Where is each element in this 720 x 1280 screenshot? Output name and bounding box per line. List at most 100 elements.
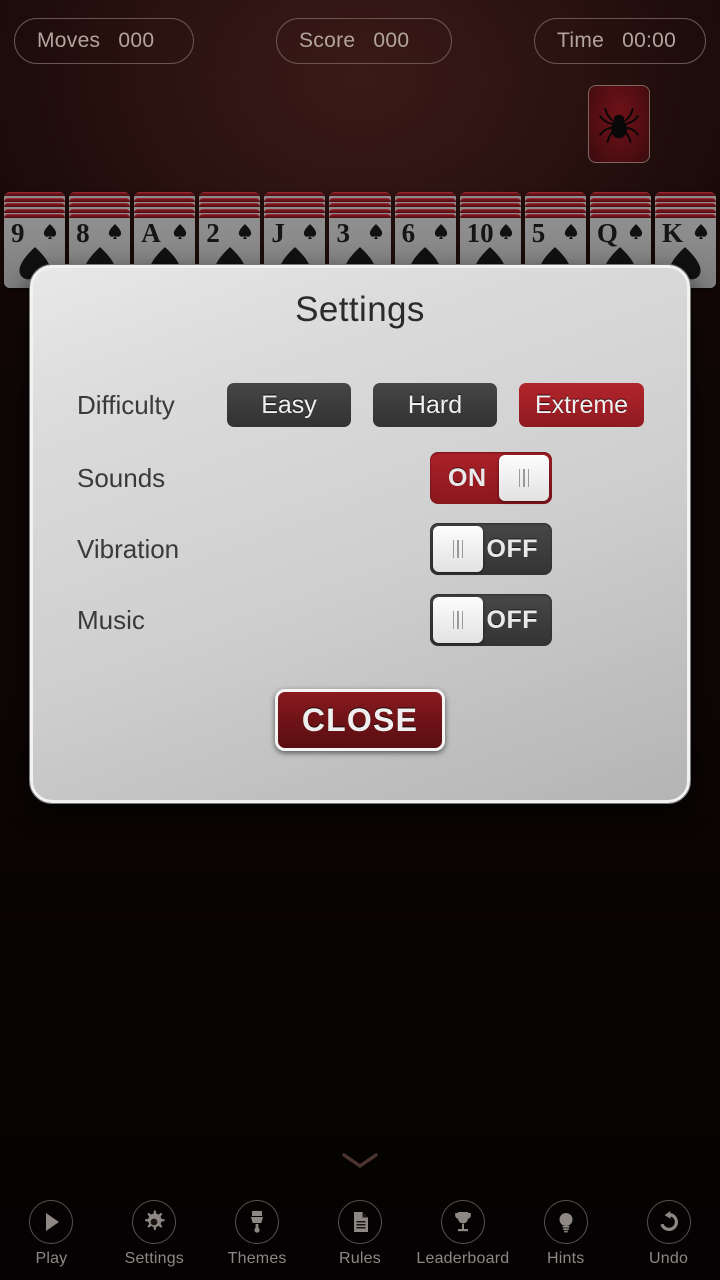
difficulty-label: Difficulty — [77, 389, 175, 420]
spade-suit-icon — [109, 224, 122, 239]
card-rank: 10 — [466, 218, 494, 248]
vibration-toggle[interactable]: OFF — [430, 523, 552, 575]
spade-suit-icon — [629, 224, 643, 239]
document-icon — [354, 1212, 368, 1232]
nav-icon-circle — [543, 1200, 588, 1244]
score-label: Score — [299, 29, 356, 52]
card-rank: 9 — [11, 218, 25, 248]
card-back-stack — [134, 192, 196, 219]
dialog-title: Settings — [295, 290, 425, 329]
card-back-stack — [589, 192, 651, 219]
nav-icon-circle — [440, 1200, 485, 1244]
undo-arrow-icon — [659, 1211, 678, 1231]
time-value: 00:00 — [622, 29, 677, 52]
nav-item-label: Themes — [227, 1250, 287, 1267]
nav-icon-circle — [132, 1200, 177, 1244]
nav-icon-circle — [338, 1200, 382, 1244]
moves-label: Moves — [37, 29, 101, 52]
card-rank: 5 — [531, 218, 546, 248]
nav-item-undo[interactable]: Undo — [617, 1188, 720, 1280]
music-toggle-knob[interactable] — [433, 597, 483, 643]
card-rank: K — [661, 218, 683, 248]
play-icon — [46, 1213, 60, 1231]
card-rank: J — [271, 218, 285, 248]
nav-icon-circle — [646, 1200, 691, 1244]
nav-item-hints[interactable]: Hints — [514, 1188, 617, 1280]
lightbulb-icon — [559, 1213, 573, 1233]
nav-item-label: Undo — [649, 1250, 689, 1267]
spade-suit-icon — [304, 224, 317, 239]
sounds-row: Sounds ON — [33, 445, 687, 511]
nav-icon-circle — [235, 1200, 280, 1244]
difficulty-option-extreme[interactable]: Extreme — [519, 383, 645, 427]
nav-item-label: Rules — [339, 1250, 381, 1267]
card-rank: 8 — [76, 218, 90, 248]
nav-item-label: Play — [35, 1250, 68, 1267]
spade-suit-icon — [369, 224, 382, 239]
trophy-icon — [455, 1212, 471, 1232]
nav-item-play[interactable]: Play — [0, 1188, 103, 1280]
card-back-stack — [459, 192, 521, 219]
nav-item-label: Hints — [547, 1250, 585, 1267]
vibration-toggle-knob[interactable] — [433, 526, 483, 572]
status-bar: Moves 000 Score 000 Time 00:00 — [0, 18, 720, 64]
close-button[interactable]: CLOSE — [275, 689, 445, 751]
card-back-stack — [69, 192, 131, 219]
spade-suit-icon — [239, 224, 252, 239]
chevron-down-icon[interactable] — [338, 1148, 382, 1172]
card-back-stack — [654, 192, 717, 219]
sounds-toggle[interactable]: ON — [430, 452, 552, 504]
paintbrush-icon — [251, 1211, 264, 1233]
spade-suit-icon — [174, 224, 187, 239]
spade-suit-icon — [43, 224, 57, 239]
card-rank: 3 — [336, 218, 350, 248]
nav-item-label: Leaderboard — [416, 1250, 510, 1267]
nav-item-label: Settings — [124, 1250, 184, 1267]
music-toggle[interactable]: OFF — [430, 594, 552, 646]
card-rank: 6 — [401, 218, 416, 248]
score-value: 000 — [373, 29, 410, 52]
vibration-row: Vibration OFF — [33, 516, 687, 582]
music-row: Music OFF — [33, 587, 687, 653]
time-counter: Time 00:00 — [534, 18, 706, 64]
sounds-label: Sounds — [77, 462, 166, 493]
close-button-wrap: CLOSE — [33, 689, 687, 751]
card-rank: Q — [596, 218, 618, 248]
stock-pile-spider-card[interactable] — [588, 85, 650, 163]
music-toggle-state: OFF — [486, 605, 538, 634]
card-back-stack — [199, 192, 261, 219]
difficulty-option-easy[interactable]: Easy — [227, 383, 351, 427]
card-back-stack — [4, 192, 66, 219]
card-back-stack — [329, 192, 391, 219]
music-label: Music — [77, 604, 145, 635]
score-counter: Score 000 — [276, 18, 452, 64]
spade-suit-icon — [694, 224, 708, 239]
difficulty-row: Difficulty Easy Hard Extreme — [33, 372, 687, 438]
spade-suit-icon — [499, 224, 512, 239]
spider-icon — [599, 107, 639, 143]
card-back-stack — [264, 192, 326, 219]
difficulty-option-hard[interactable]: Hard — [373, 383, 497, 427]
card-rank: A — [141, 218, 161, 248]
vibration-toggle-state: OFF — [486, 534, 538, 563]
moves-counter: Moves 000 — [14, 18, 194, 64]
card-back-stack — [394, 192, 456, 219]
nav-item-themes[interactable]: Themes — [206, 1188, 309, 1280]
bottom-nav-bar: Play Settings Themes Rules Leaderboard Hints U… — [0, 1188, 720, 1280]
card-rank: 2 — [206, 218, 220, 248]
sounds-toggle-knob[interactable] — [499, 455, 549, 501]
spade-suit-icon — [564, 224, 577, 239]
difficulty-options: Easy Hard Extreme — [227, 383, 687, 427]
nav-icon-circle — [29, 1200, 74, 1244]
time-label: Time — [557, 29, 605, 52]
sounds-toggle-state: ON — [448, 463, 487, 492]
card-back-stack — [524, 192, 586, 219]
nav-item-leaderboard[interactable]: Leaderboard — [411, 1188, 514, 1280]
vibration-label: Vibration — [77, 533, 180, 564]
settings-dialog: Settings Difficulty Easy Hard Extreme Soun… — [30, 265, 690, 803]
nav-item-rules[interactable]: Rules — [309, 1188, 412, 1280]
gear-icon — [145, 1210, 165, 1230]
spade-suit-icon — [434, 224, 447, 239]
moves-value: 000 — [118, 29, 155, 52]
nav-item-settings[interactable]: Settings — [103, 1188, 206, 1280]
